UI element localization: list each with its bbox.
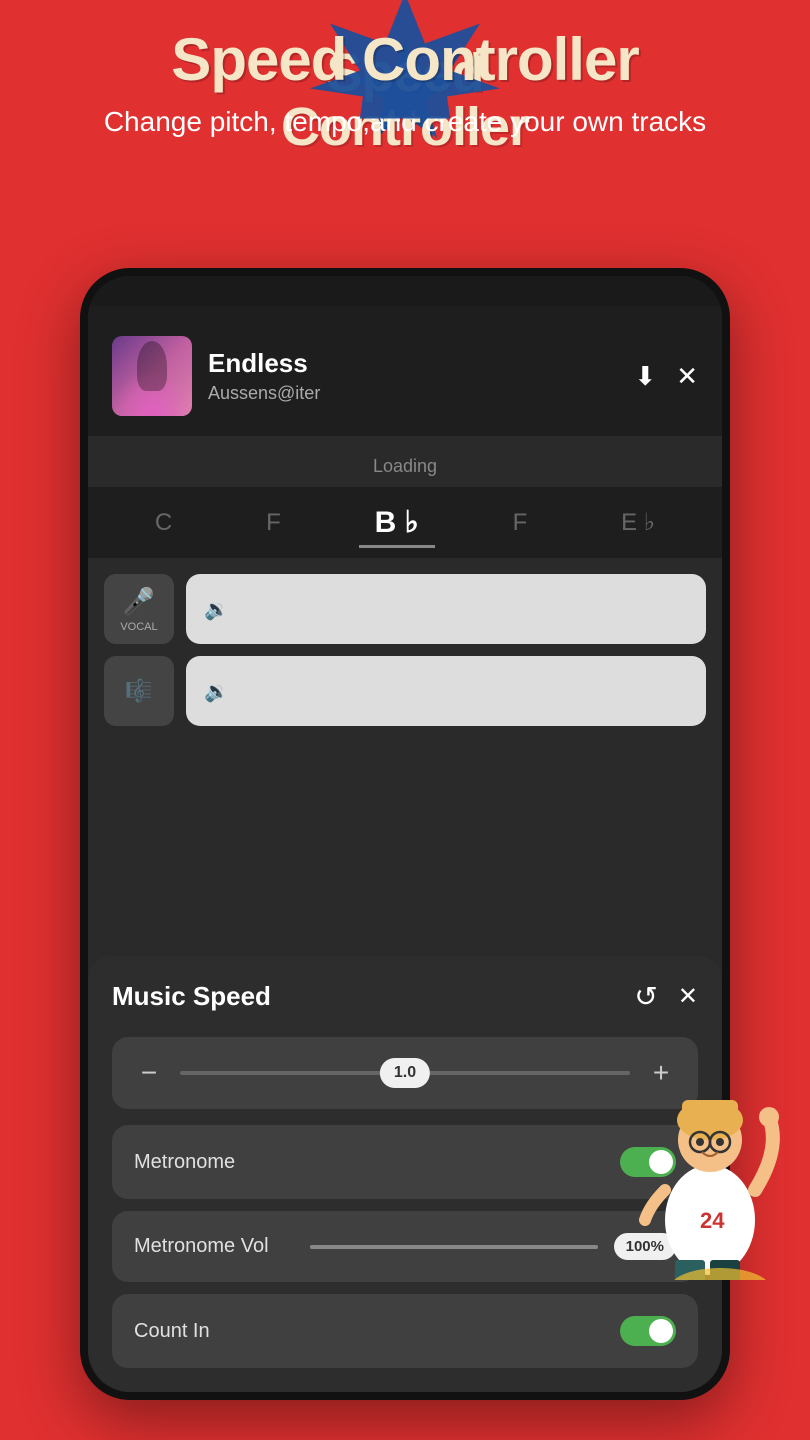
toggle-knob-countin — [649, 1319, 673, 1343]
close-track-icon[interactable]: ✕ — [676, 361, 698, 392]
key-f2[interactable]: F — [497, 501, 544, 545]
key-f1[interactable]: F — [250, 501, 297, 545]
speed-value-thumb: 1.0 — [380, 1058, 430, 1088]
loading-text: Loading — [88, 436, 722, 487]
track-header-area: Endless Aussens@iter ⬇ ✕ — [88, 306, 722, 436]
speed-slider-track[interactable]: 1.0 — [180, 1071, 630, 1075]
vocal-track-row: 🎤 VOCAL 🔉 — [104, 574, 706, 644]
music-track-icon[interactable]: 🎼 — [104, 656, 174, 726]
count-in-row: Count In — [112, 1294, 698, 1368]
metronome-vol-slider[interactable] — [310, 1245, 598, 1249]
metronome-label: Metronome — [134, 1151, 620, 1174]
key-c[interactable]: C — [139, 501, 188, 545]
volume-icon-music: 🔉 — [204, 679, 229, 704]
count-in-toggle[interactable] — [620, 1316, 676, 1346]
speed-slider-container: − 1.0 + — [112, 1037, 698, 1109]
svg-text:24: 24 — [700, 1208, 725, 1233]
track-details: Endless Aussens@iter — [208, 348, 320, 404]
app-title: Speed Controller — [171, 30, 638, 90]
track-info-row: Endless Aussens@iter ⬇ ✕ — [112, 336, 698, 416]
character-illustration: 24 — [620, 1020, 800, 1280]
page-header: Speed Controller Change pitch, tempo,and… — [0, 30, 810, 141]
vocal-label: VOCAL — [120, 621, 157, 633]
metronome-vol-row: Metronome Vol 100% — [112, 1211, 698, 1282]
microphone-icon: 🎤 — [123, 586, 155, 617]
track-title: Endless — [208, 348, 320, 379]
speed-decrease-button[interactable]: − — [134, 1057, 164, 1089]
vocal-volume-slider[interactable]: 🔉 — [186, 574, 706, 644]
key-eb[interactable]: E ♭ — [605, 500, 671, 545]
count-in-label: Count In — [134, 1320, 620, 1343]
key-selector[interactable]: C F B ♭ F E ♭ — [88, 487, 722, 558]
vol-fill-bar — [310, 1245, 598, 1249]
status-bar — [88, 276, 722, 306]
volume-icon-vocal: 🔉 — [204, 597, 229, 622]
refresh-button[interactable]: ↺ — [634, 980, 657, 1013]
key-bb[interactable]: B ♭ — [359, 497, 435, 548]
tracks-area: 🎤 VOCAL 🔉 🎼 🔉 — [88, 558, 722, 742]
loading-label: Loading — [373, 456, 437, 476]
panel-header: Music Speed ↺ ✕ — [112, 980, 698, 1013]
download-icon[interactable]: ⬇ — [634, 361, 656, 392]
character-svg: 24 — [620, 1020, 800, 1280]
panel-title: Music Speed — [112, 981, 614, 1012]
music-track-row: 🎼 🔉 — [104, 656, 706, 726]
track-artist: Aussens@iter — [208, 383, 320, 404]
metronome-row: Metronome — [112, 1125, 698, 1199]
track-actions[interactable]: ⬇ ✕ — [634, 361, 698, 392]
music-volume-slider[interactable]: 🔉 — [186, 656, 706, 726]
close-panel-button[interactable]: ✕ — [678, 982, 698, 1011]
album-art — [112, 336, 192, 416]
title-badge-wrapper: Speed Controller — [171, 30, 638, 90]
metronome-vol-label: Metronome Vol — [134, 1235, 294, 1258]
vocal-track-icon[interactable]: 🎤 VOCAL — [104, 574, 174, 644]
music-note-icon: 🎼 — [125, 678, 152, 704]
album-art-inner — [112, 336, 192, 416]
